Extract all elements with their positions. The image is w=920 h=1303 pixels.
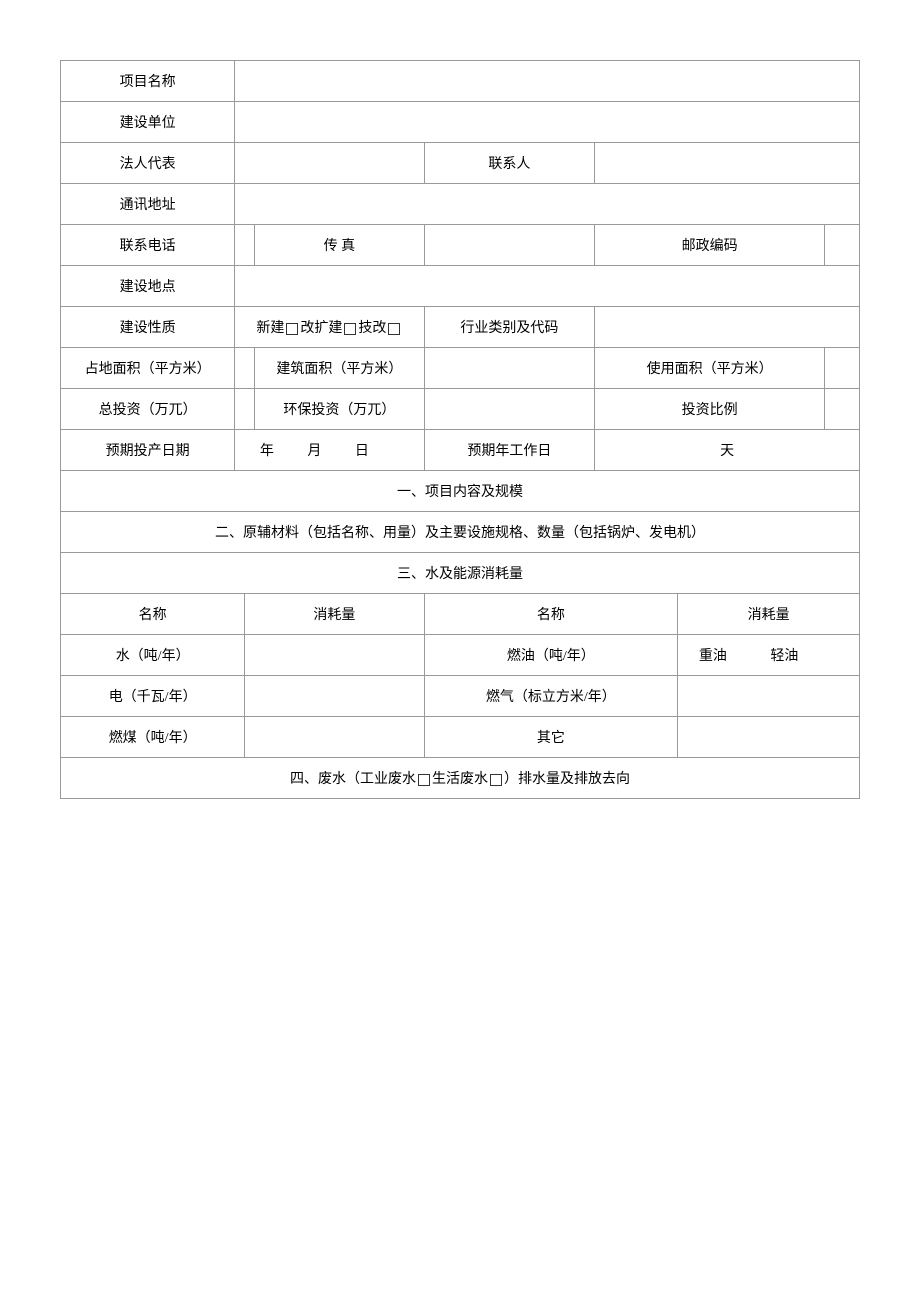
- row-other-value: [678, 717, 860, 758]
- label-construction-site: 建设地点: [61, 266, 235, 307]
- row-gas-label: 燃气（标立方米/年）: [424, 676, 678, 717]
- label-fax: 传 真: [255, 225, 424, 266]
- row-water-label: 水（吨/年）: [61, 635, 245, 676]
- label-construction-unit: 建设单位: [61, 102, 235, 143]
- label-total-investment: 总投资（万兀）: [61, 389, 235, 430]
- label-expected-production: 预期投产日期: [61, 430, 235, 471]
- label-contact-person: 联系人: [424, 143, 595, 184]
- label-building-area: 建筑面积（平方米）: [255, 348, 424, 389]
- days-unit-text: 天: [720, 444, 734, 459]
- value-industry-category: [595, 307, 860, 348]
- label-construction-nature: 建设性质: [61, 307, 235, 348]
- value-investment-ratio: [825, 389, 860, 430]
- label-project-name: 项目名称: [61, 61, 235, 102]
- value-total-investment: [235, 389, 255, 430]
- section4-mid: 生活废水: [432, 772, 488, 787]
- row-coal-value: [245, 717, 424, 758]
- section4-suffix: ）排水量及排放去向: [504, 772, 630, 787]
- section-2: 二、原辅材料（包括名称、用量）及主要设施规格、数量（包括锅炉、发电机）: [61, 512, 860, 553]
- col-header-name-1: 名称: [61, 594, 245, 635]
- nature-expand-text: 改扩建: [300, 321, 342, 336]
- label-usable-area: 使用面积（平方米）: [595, 348, 825, 389]
- value-legal-rep: [235, 143, 424, 184]
- nature-tech-text: 技改: [358, 321, 386, 336]
- value-expected-production: 年 月 日: [235, 430, 424, 471]
- label-postal-code: 邮政编码: [595, 225, 825, 266]
- label-phone: 联系电话: [61, 225, 235, 266]
- col-header-name-2: 名称: [424, 594, 678, 635]
- row-water-value: [245, 635, 424, 676]
- project-form-table: 项目名称 建设单位 法人代表 联系人 通讯地址 联系电话 传 真 邮政编码 建设…: [60, 60, 860, 799]
- section-3: 三、水及能源消耗量: [61, 553, 860, 594]
- heavy-oil-text: 重油: [699, 649, 727, 664]
- label-env-investment: 环保投资（万兀）: [255, 389, 424, 430]
- value-expected-work-days: 天: [595, 430, 860, 471]
- row-gas-value: [678, 676, 860, 717]
- label-industry-category: 行业类别及代码: [424, 307, 595, 348]
- checkbox-industrial-wastewater: [418, 774, 430, 786]
- value-land-area: [235, 348, 255, 389]
- value-env-investment: [424, 389, 595, 430]
- label-expected-work-days: 预期年工作日: [424, 430, 595, 471]
- month-text: 月: [307, 444, 321, 459]
- value-phone: [235, 225, 255, 266]
- checkbox-tech: [388, 323, 400, 335]
- checkbox-expand: [344, 323, 356, 335]
- value-address: [235, 184, 860, 225]
- value-contact-person: [595, 143, 860, 184]
- row-other-label: 其它: [424, 717, 678, 758]
- checkbox-domestic-wastewater: [490, 774, 502, 786]
- value-construction-nature: 新建 改扩建 技改: [235, 307, 424, 348]
- label-investment-ratio: 投资比例: [595, 389, 825, 430]
- value-usable-area: [825, 348, 860, 389]
- label-legal-rep: 法人代表: [61, 143, 235, 184]
- checkbox-new: [286, 323, 298, 335]
- col-header-consumption-2: 消耗量: [678, 594, 860, 635]
- row-fuel-oil-label: 燃油（吨/年）: [424, 635, 678, 676]
- nature-new-text: 新建: [256, 321, 284, 336]
- value-construction-unit: [235, 102, 860, 143]
- day-text: 日: [355, 444, 369, 459]
- value-construction-site: [235, 266, 860, 307]
- section4-prefix: 四、废水（工业废水: [290, 772, 416, 787]
- value-fax: [424, 225, 595, 266]
- section-1: 一、项目内容及规模: [61, 471, 860, 512]
- light-oil-text: 轻油: [770, 649, 798, 664]
- label-address: 通讯地址: [61, 184, 235, 225]
- year-text: 年: [260, 444, 274, 459]
- row-coal-label: 燃煤（吨/年）: [61, 717, 245, 758]
- value-postal-code: [825, 225, 860, 266]
- section-4: 四、废水（工业废水 生活废水 ）排水量及排放去向: [61, 758, 860, 799]
- col-header-consumption-1: 消耗量: [245, 594, 424, 635]
- row-electricity-value: [245, 676, 424, 717]
- value-building-area: [424, 348, 595, 389]
- label-land-area: 占地面积（平方米）: [61, 348, 235, 389]
- row-electricity-label: 电（千瓦/年）: [61, 676, 245, 717]
- value-project-name: [235, 61, 860, 102]
- row-fuel-oil-value: 重油 轻油: [678, 635, 860, 676]
